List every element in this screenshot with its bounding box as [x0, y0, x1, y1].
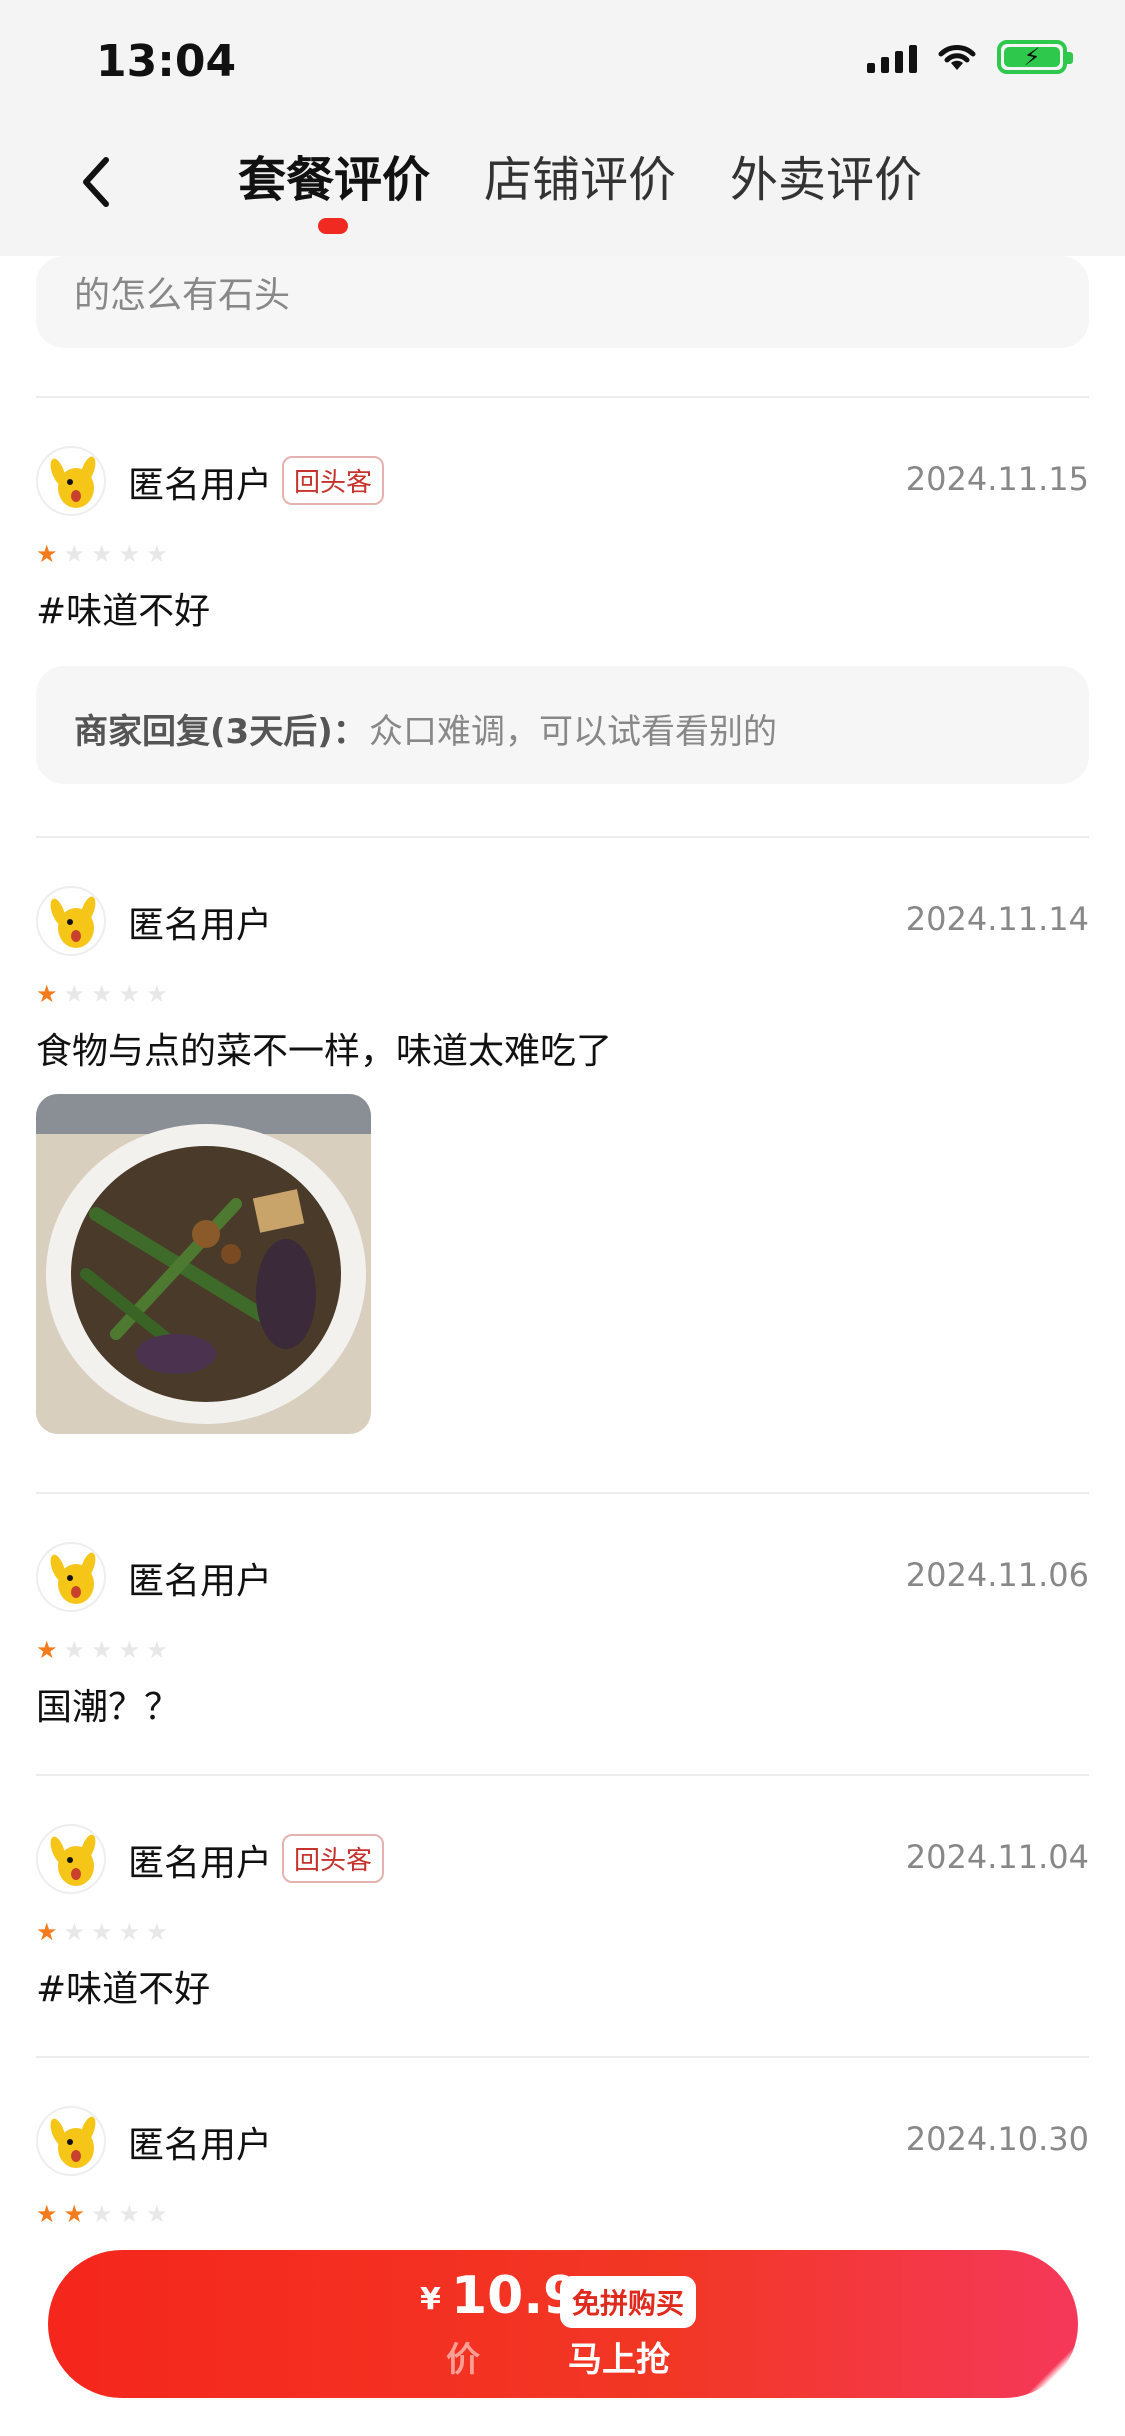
price-currency: ¥: [420, 2282, 441, 2317]
active-tab-indicator: [318, 218, 348, 234]
returning-customer-badge: 回头客: [282, 456, 385, 505]
merchant-reply-text: 众口难调，可以试看看别的: [369, 712, 777, 752]
buy-now-button[interactable]: ¥ 10.9 免拼购买 价 马上抢: [48, 2250, 1078, 2398]
star-rating: ★ ★ ★ ★ ★: [36, 2202, 168, 2226]
review-photo[interactable]: [36, 1094, 371, 1434]
username: 匿名用户: [128, 1561, 273, 1602]
username: 匿名用户: [128, 2125, 273, 2166]
tab-package-reviews[interactable]: 套餐评价: [238, 140, 430, 210]
star-filled-icon: ★: [36, 540, 58, 568]
review-date: 2024.11.14: [905, 900, 1089, 938]
star-empty-icon: ★: [91, 540, 113, 568]
dog-avatar-icon: [50, 1552, 96, 1604]
star-empty-icon: ★: [118, 540, 141, 568]
star-empty-icon: ★: [146, 980, 168, 1008]
divider: [36, 396, 1089, 398]
previous-reply-text: 的怎么有石头: [74, 275, 291, 316]
previous-reply-box: 的怎么有石头: [36, 256, 1089, 348]
star-rating: ★ ★ ★ ★ ★: [36, 982, 168, 1006]
divider: [36, 1774, 1089, 1776]
corner-mask: [955, 2336, 1125, 2436]
star-empty-icon: ★: [91, 2200, 113, 2228]
dog-avatar-icon: [50, 1834, 96, 1886]
tab-store-reviews[interactable]: 店铺评价: [484, 140, 676, 210]
star-empty-icon: ★: [118, 1636, 141, 1664]
review-text: #味道不好: [36, 591, 211, 632]
dog-avatar-icon: [50, 2116, 96, 2168]
star-filled-icon: ★: [36, 1918, 58, 1946]
tab-delivery-reviews[interactable]: 外卖评价: [730, 140, 922, 210]
star-filled-icon: ★: [36, 1636, 58, 1664]
top-bar: 13:04 ⚡ 套餐评价 店铺评价 外卖评价: [0, 0, 1125, 256]
star-empty-icon: ★: [63, 980, 86, 1008]
star-empty-icon: ★: [146, 540, 168, 568]
review-date: 2024.11.06: [905, 1556, 1089, 1594]
star-filled-icon: ★: [36, 2200, 58, 2228]
star-rating: ★ ★ ★ ★ ★: [36, 1920, 168, 1944]
star-filled-icon: ★: [63, 2200, 86, 2228]
buy-without-group-tag: 免拼购买: [560, 2276, 697, 2328]
star-empty-icon: ★: [118, 2200, 141, 2228]
review-text: 食物与点的菜不一样，味道太难吃了: [36, 1031, 613, 1072]
grab-now-label: 马上抢: [568, 2340, 670, 2380]
review-date: 2024.11.15: [905, 460, 1089, 498]
review-date: 2024.10.30: [905, 2120, 1089, 2158]
dog-avatar-icon: [50, 456, 96, 508]
star-empty-icon: ★: [146, 2200, 168, 2228]
username: 匿名用户: [128, 1843, 273, 1884]
star-empty-icon: ★: [146, 1636, 168, 1664]
avatar: [36, 2106, 106, 2176]
avatar: [36, 886, 106, 956]
star-empty-icon: ★: [118, 980, 141, 1008]
review-tabs: 套餐评价 店铺评价 外卖评价: [0, 140, 1125, 230]
divider: [36, 2056, 1089, 2058]
signal-icon: [867, 41, 917, 73]
review-text: 国潮？？: [36, 1687, 181, 1728]
price-sublabel: 价: [446, 2340, 480, 2380]
review-text: #味道不好: [36, 1969, 211, 2010]
star-empty-icon: ★: [91, 980, 113, 1008]
review-date: 2024.11.04: [905, 1838, 1089, 1876]
star-filled-icon: ★: [36, 980, 58, 1008]
dog-avatar-icon: [50, 896, 96, 948]
star-empty-icon: ★: [91, 1636, 113, 1664]
merchant-reply-box: 商家回复(3天后)： 众口难调，可以试看看别的: [36, 666, 1089, 784]
charging-bolt-icon: ⚡: [1023, 43, 1041, 71]
avatar: [36, 1542, 106, 1612]
avatar: [36, 1824, 106, 1894]
star-rating: ★ ★ ★ ★ ★: [36, 1638, 168, 1662]
star-empty-icon: ★: [63, 540, 86, 568]
merchant-reply-label: 商家回复(3天后)：: [74, 712, 367, 752]
wifi-icon: [938, 45, 976, 70]
food-photo-image: [36, 1094, 371, 1434]
username: 匿名用户: [128, 465, 273, 506]
status-icons: ⚡: [867, 40, 1073, 74]
divider: [36, 1492, 1089, 1494]
status-time: 13:04: [96, 36, 237, 87]
returning-customer-badge: 回头客: [282, 1834, 385, 1883]
star-empty-icon: ★: [118, 1918, 141, 1946]
star-empty-icon: ★: [63, 1636, 86, 1664]
star-empty-icon: ★: [146, 1918, 168, 1946]
star-empty-icon: ★: [91, 1918, 113, 1946]
star-rating: ★ ★ ★ ★ ★: [36, 542, 168, 566]
username: 匿名用户: [128, 905, 273, 946]
avatar: [36, 446, 106, 516]
divider: [36, 836, 1089, 838]
star-empty-icon: ★: [63, 1918, 86, 1946]
battery-icon: ⚡: [997, 40, 1073, 74]
